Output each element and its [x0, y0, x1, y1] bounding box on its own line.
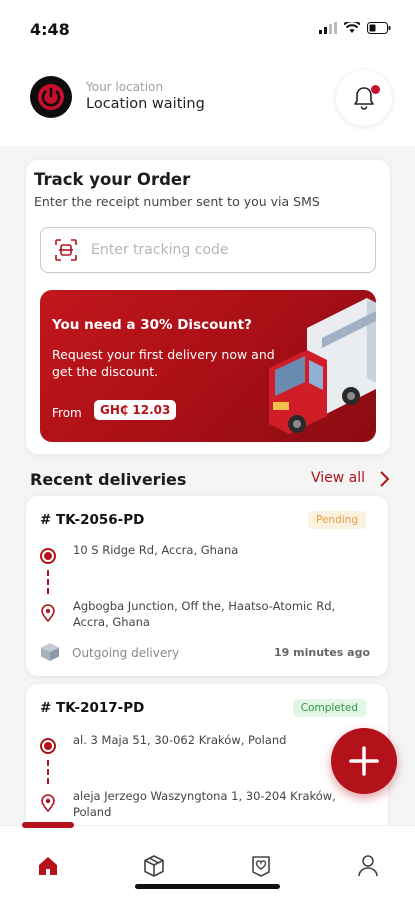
dropoff-address: aleja Jerzego Waszyngtona 1, 30-204 Krak… — [73, 789, 336, 819]
new-delivery-button[interactable] — [331, 728, 397, 794]
nav-profile[interactable] — [353, 851, 383, 881]
delivery-time: 19 minutes ago — [274, 646, 370, 659]
status-badge: Pending — [308, 511, 366, 529]
location-label: Your location — [86, 80, 164, 94]
status-badge: Completed — [292, 699, 366, 717]
package-icon — [144, 855, 164, 877]
signal-icon — [319, 22, 337, 34]
battery-icon — [367, 22, 391, 34]
nav-deliveries[interactable] — [139, 851, 169, 881]
tracking-code-input[interactable] — [91, 242, 351, 258]
location-pin-icon — [41, 604, 55, 622]
status-time: 4:48 — [30, 20, 70, 39]
promo-description: Request your first delivery now and get … — [52, 347, 275, 379]
nav-home[interactable] — [33, 851, 63, 881]
delivery-type: Outgoing delivery — [72, 646, 180, 660]
home-icon — [39, 857, 57, 875]
app-logo — [30, 76, 72, 118]
recent-deliveries-title: Recent deliveries — [30, 470, 187, 489]
plus-icon — [349, 746, 379, 776]
route-line — [47, 760, 49, 784]
promo-from-label: From — [52, 406, 82, 420]
chevron-right-icon[interactable] — [378, 470, 390, 488]
pickup-point-icon — [40, 738, 56, 754]
track-title: Track your Order — [34, 170, 191, 189]
wifi-icon — [344, 22, 360, 33]
bottom-navigation — [0, 822, 415, 900]
promo-price: GH₵ 12.03 — [94, 400, 177, 420]
status-bar: 4:48 — [0, 0, 415, 56]
user-icon — [358, 855, 378, 877]
scan-icon[interactable] — [55, 239, 77, 261]
truck-illustration-icon — [269, 298, 376, 434]
nav-favorites[interactable] — [246, 851, 276, 881]
pickup-address: 10 S Ridge Rd, Accra, Ghana — [73, 543, 239, 557]
delivery-id: # TK-2056-PD — [40, 512, 145, 528]
status-icons — [319, 22, 391, 34]
view-all-link[interactable]: View all — [311, 470, 365, 486]
track-subtitle: Enter the receipt number sent to you via… — [34, 194, 320, 209]
delivery-card[interactable]: # TK-2056-PD Pending 10 S Ridge Rd, Accr… — [26, 496, 388, 676]
location-value[interactable]: Location waiting — [86, 96, 205, 112]
promo-title: You need a 30% Discount? — [52, 317, 252, 333]
pickup-point-icon — [40, 548, 56, 564]
power-logo-icon — [38, 84, 64, 110]
package-icon — [41, 643, 59, 661]
route-line — [47, 570, 49, 594]
delivery-id: # TK-2017-PD — [40, 700, 145, 716]
notification-dot — [371, 85, 380, 94]
pickup-address: al. 3 Maja 51, 30-062 Kraków, Poland — [73, 733, 287, 747]
heart-badge-icon — [252, 856, 270, 877]
track-order-card: Track your Order Enter the receipt numbe… — [26, 160, 390, 454]
location-pin-icon — [41, 794, 55, 812]
notifications-button[interactable] — [336, 70, 392, 126]
header: Your location Location waiting — [0, 56, 415, 146]
dropoff-address: Agbogba Junction, Off the, Haatso-Atomic… — [73, 599, 336, 629]
tracking-input-container[interactable] — [40, 227, 376, 273]
promo-banner[interactable]: You need a 30% Discount? Request your fi… — [40, 290, 376, 442]
active-tab-indicator — [22, 822, 74, 828]
home-indicator — [135, 884, 280, 889]
